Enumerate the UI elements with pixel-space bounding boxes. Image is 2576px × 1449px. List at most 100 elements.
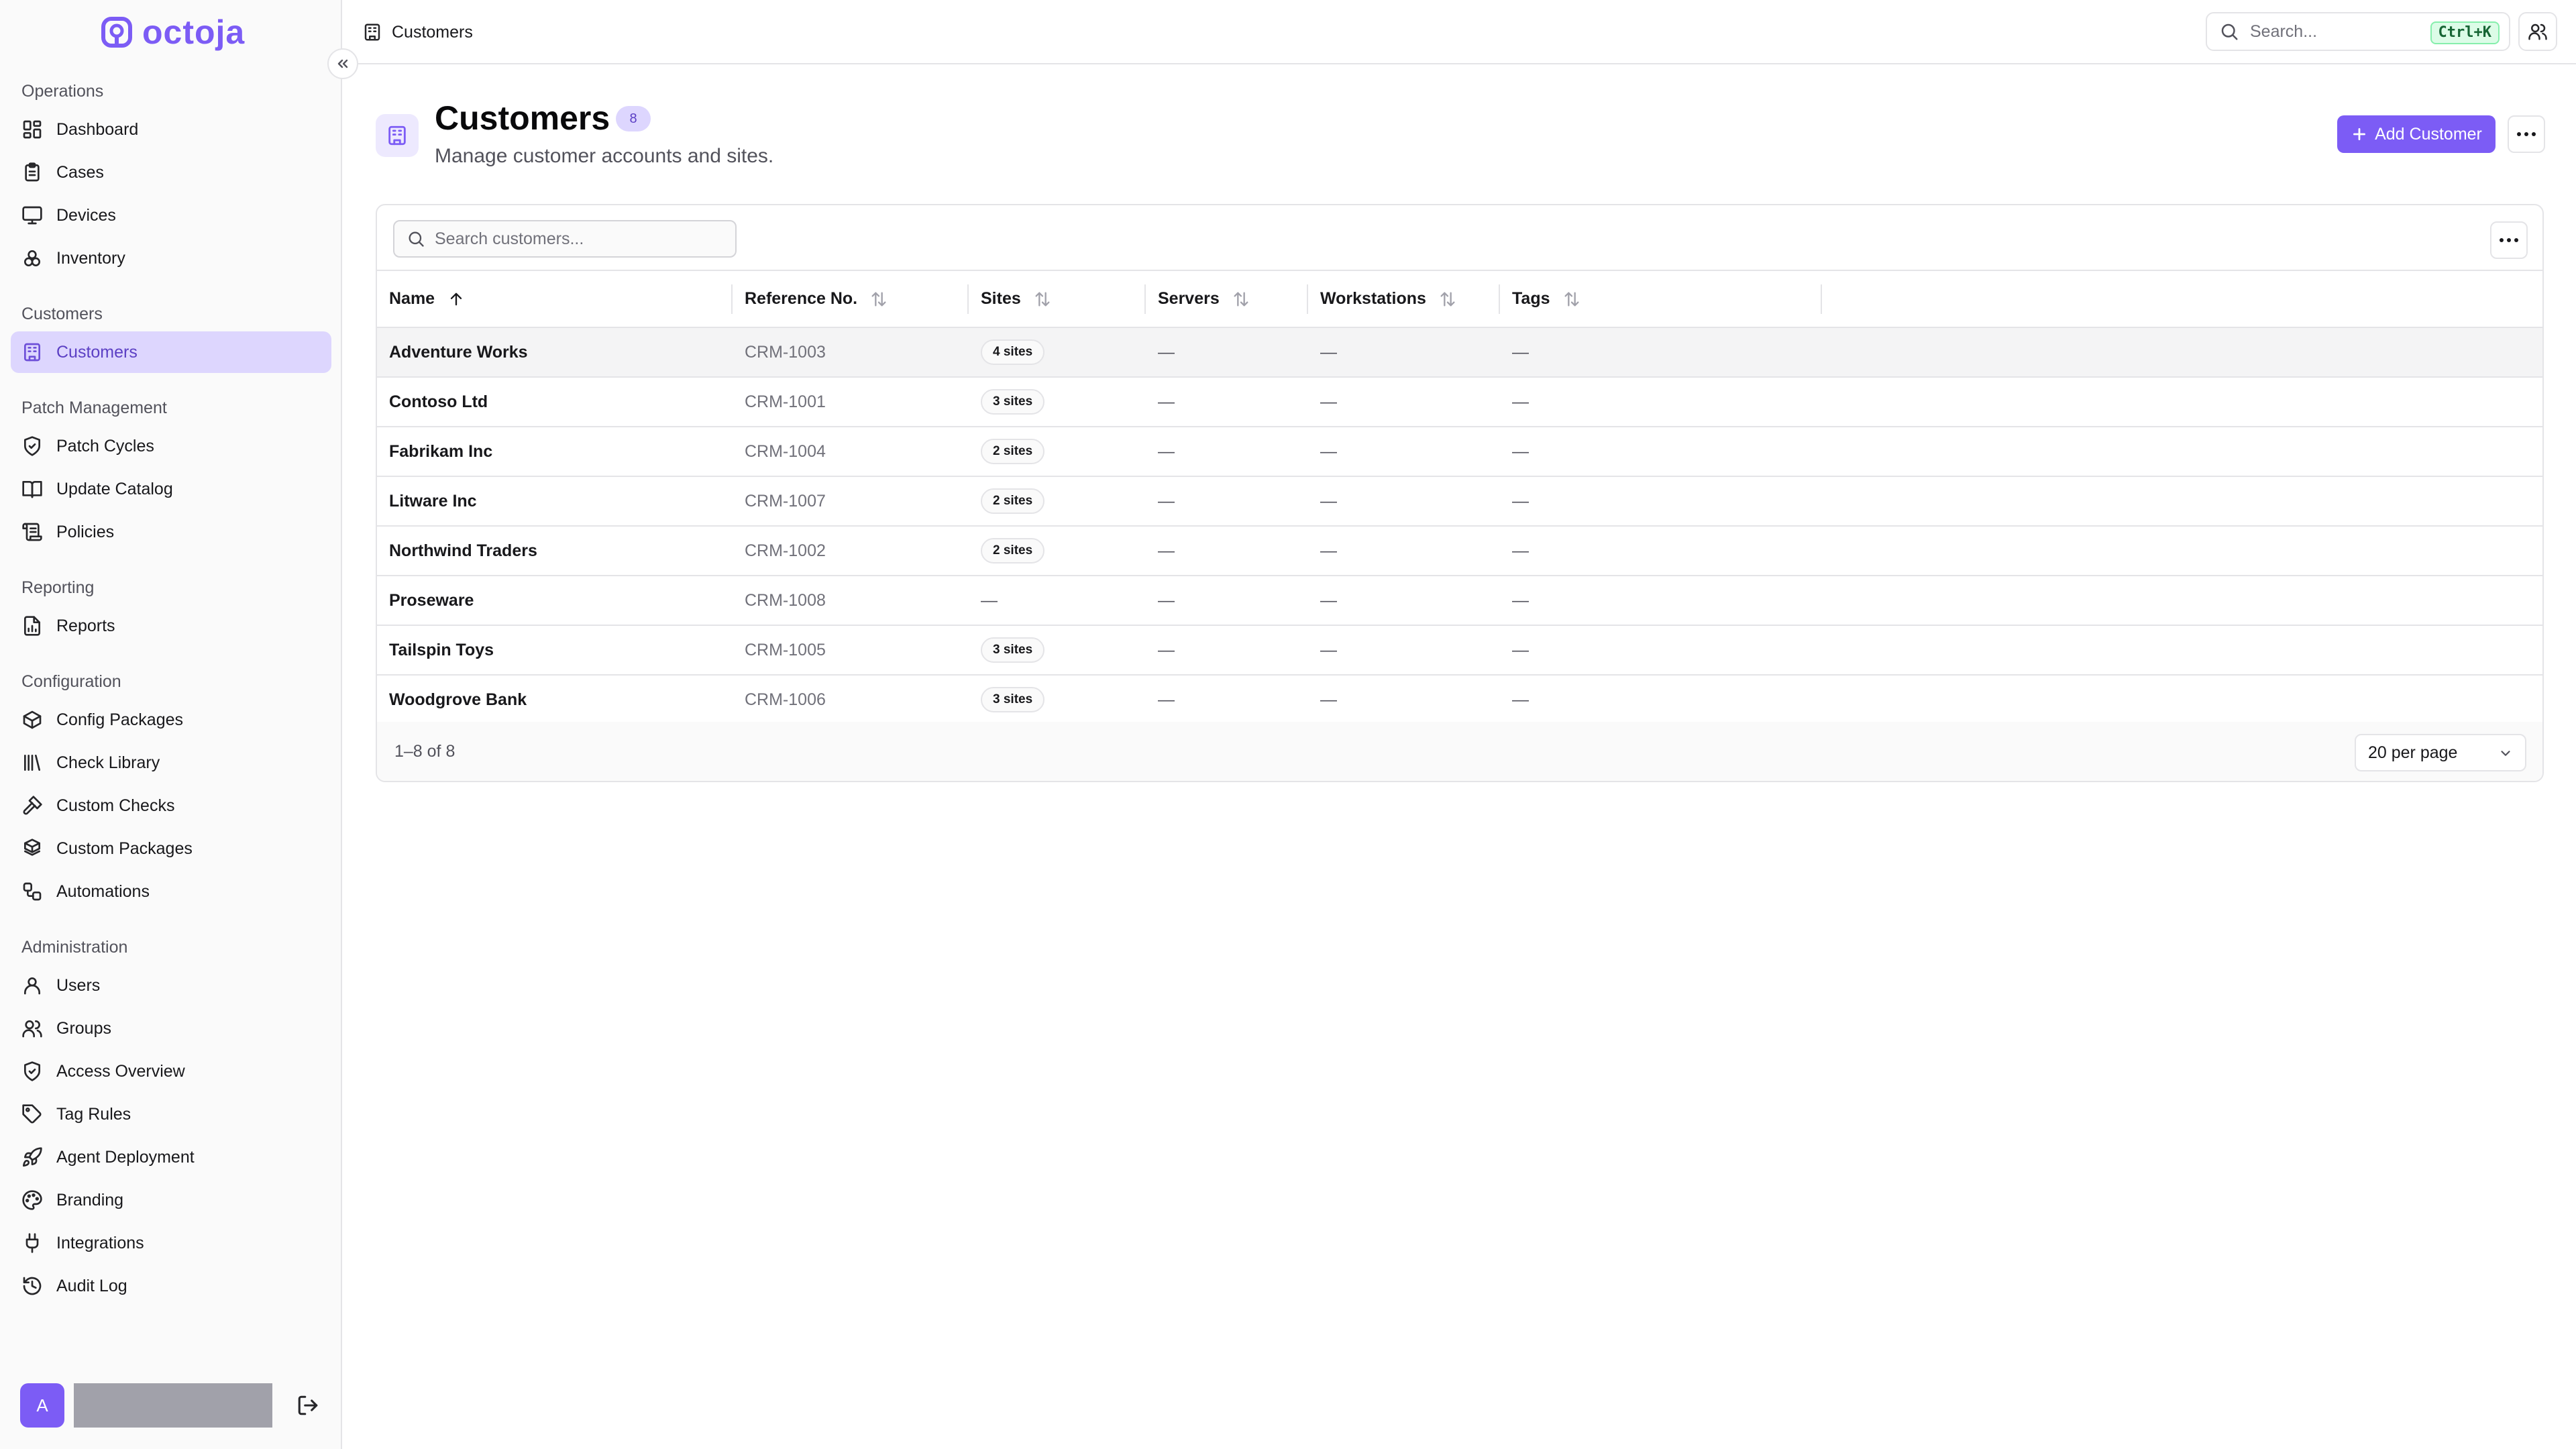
column-header-workstations[interactable]: Workstations: [1308, 271, 1500, 328]
column-header-servers[interactable]: Servers: [1146, 271, 1308, 328]
sidebar-item-inventory[interactable]: Inventory: [11, 237, 331, 279]
sites-count: 3 sites: [969, 625, 1146, 676]
servers-count: —: [1146, 327, 1308, 378]
user-menu: A: [20, 1383, 329, 1428]
sidebar-item-custom-checks[interactable]: Custom Checks: [11, 785, 331, 826]
table-row[interactable]: Northwind Traders CRM-1002 2 sites — — —: [377, 526, 2542, 576]
table-row[interactable]: Adventure Works CRM-1003 4 sites — — —: [377, 327, 2542, 378]
sidebar-item-label: Audit Log: [56, 1276, 127, 1295]
nav-section-operations: Operations Dashboard Cases Devices Inventory: [11, 75, 331, 279]
sidebar-item-update-catalog[interactable]: Update Catalog: [11, 468, 331, 510]
chevron-down-icon: [2498, 746, 2513, 761]
sidebar-item-check-library[interactable]: Check Library: [11, 742, 331, 784]
monitor-icon: [21, 205, 43, 226]
sidebar-item-devices[interactable]: Devices: [11, 195, 331, 236]
page-subtitle: Manage customer accounts and sites.: [435, 145, 774, 167]
column-header-sites[interactable]: Sites: [969, 271, 1146, 328]
sort-icon[interactable]: [869, 290, 888, 309]
sidebar-item-label: Automations: [56, 881, 150, 901]
collapse-sidebar-button[interactable]: [327, 48, 358, 79]
sidebar-item-agent-deployment[interactable]: Agent Deployment: [11, 1136, 331, 1178]
customer-name: Fabrikam Inc: [377, 427, 733, 477]
sidebar-item-patch-cycles[interactable]: Patch Cycles: [11, 425, 331, 467]
sidebar-item-tag-rules[interactable]: Tag Rules: [11, 1093, 331, 1135]
sidebar-item-groups[interactable]: Groups: [11, 1008, 331, 1049]
breadcrumb-current[interactable]: Customers: [392, 23, 473, 42]
customer-search-input[interactable]: [435, 229, 716, 249]
sidebar-item-label: Customers: [56, 342, 138, 362]
sidebar-item-policies[interactable]: Policies: [11, 511, 331, 553]
nav-section-heading: Reporting: [21, 578, 95, 597]
customers-table-card: Name Reference No. Sites Servers Worksta…: [376, 204, 2544, 782]
column-header-spacer: [1822, 271, 2542, 328]
table-row[interactable]: Tailspin Toys CRM-1005 3 sites — — —: [377, 625, 2542, 676]
pagination-range: 1–8 of 8: [394, 742, 455, 761]
sites-count: 3 sites: [969, 675, 1146, 725]
workstations-count: —: [1308, 625, 1500, 676]
avatar[interactable]: A: [20, 1383, 64, 1428]
tags-cell: —: [1500, 625, 1822, 676]
global-search-input[interactable]: [2250, 21, 2418, 42]
sidebar-item-label: Inventory: [56, 248, 125, 268]
nav-section-configuration: Configuration Config Packages Check Librar…: [11, 665, 331, 912]
workflow-icon: [21, 881, 43, 902]
table-options-button[interactable]: [2490, 221, 2528, 259]
row-spacer: [1822, 476, 2542, 527]
global-search[interactable]: Ctrl+K: [2206, 12, 2510, 51]
column-header-name[interactable]: Name: [377, 271, 733, 328]
more-horizontal-icon: [2500, 238, 2518, 242]
sort-icon[interactable]: [1232, 290, 1250, 309]
tags-cell: —: [1500, 327, 1822, 378]
reference-number: CRM-1008: [733, 576, 969, 626]
customer-count-badge: 8: [616, 106, 651, 131]
sidebar-item-custom-packages[interactable]: Custom Packages: [11, 828, 331, 869]
table-row[interactable]: Fabrikam Inc CRM-1004 2 sites — — —: [377, 427, 2542, 477]
sidebar-item-label: Users: [56, 975, 101, 995]
page-more-button[interactable]: [2508, 115, 2545, 153]
table-row[interactable]: Woodgrove Bank CRM-1006 3 sites — — —: [377, 675, 2542, 725]
nav-section-heading: Configuration: [21, 672, 121, 691]
sidebar-item-label: Integrations: [56, 1233, 144, 1252]
sidebar-item-config-packages[interactable]: Config Packages: [11, 699, 331, 741]
sidebar-item-label: Groups: [56, 1018, 111, 1038]
customer-name: Woodgrove Bank: [377, 675, 733, 725]
table-row[interactable]: Contoso Ltd CRM-1001 3 sites — — —: [377, 377, 2542, 427]
column-header-reference[interactable]: Reference No.: [733, 271, 969, 328]
sidebar-item-dashboard[interactable]: Dashboard: [11, 109, 331, 150]
sort-ascending-icon[interactable]: [447, 290, 466, 309]
sidebar-item-cases[interactable]: Cases: [11, 152, 331, 193]
sidebar-item-customers[interactable]: Customers: [11, 331, 331, 373]
plug-icon: [21, 1232, 43, 1254]
app-logo[interactable]: octoja: [101, 15, 245, 50]
column-header-tags[interactable]: Tags: [1500, 271, 1822, 328]
sites-count: 3 sites: [969, 377, 1146, 427]
logout-icon: [298, 1395, 318, 1415]
add-customer-button[interactable]: Add Customer: [2337, 115, 2496, 153]
sort-icon[interactable]: [1562, 290, 1581, 309]
table-pagination: 1–8 of 8 20 per page: [377, 722, 2542, 781]
per-page-select[interactable]: 20 per page: [2355, 734, 2526, 771]
building-icon: [21, 341, 43, 363]
sidebar-item-users[interactable]: Users: [11, 965, 331, 1006]
sidebar-item-audit-log[interactable]: Audit Log: [11, 1265, 331, 1307]
sidebar-item-integrations[interactable]: Integrations: [11, 1222, 331, 1264]
sort-icon[interactable]: [1033, 290, 1052, 309]
sidebar-item-branding[interactable]: Branding: [11, 1179, 331, 1221]
tags-cell: —: [1500, 377, 1822, 427]
customer-search[interactable]: [393, 220, 737, 258]
sidebar-item-access-overview[interactable]: Access Overview: [11, 1051, 331, 1092]
logout-button[interactable]: [297, 1394, 319, 1417]
hammer-icon: [21, 795, 43, 816]
row-spacer: [1822, 675, 2542, 725]
customer-name: Tailspin Toys: [377, 625, 733, 676]
sidebar-item-label: Dashboard: [56, 119, 139, 139]
table-row[interactable]: Proseware CRM-1008— — — —: [377, 576, 2542, 626]
nav-section-patch-management: Patch Management Patch Cycles Update Catal…: [11, 392, 331, 553]
table-row[interactable]: Litware Inc CRM-1007 2 sites — — —: [377, 476, 2542, 527]
sort-icon[interactable]: [1438, 290, 1457, 309]
sidebar-item-reports[interactable]: Reports: [11, 605, 331, 647]
account-switcher-button[interactable]: [2518, 12, 2557, 51]
tags-cell: —: [1500, 675, 1822, 725]
sidebar-item-automations[interactable]: Automations: [11, 871, 331, 912]
sidebar-item-label: Config Packages: [56, 710, 184, 729]
